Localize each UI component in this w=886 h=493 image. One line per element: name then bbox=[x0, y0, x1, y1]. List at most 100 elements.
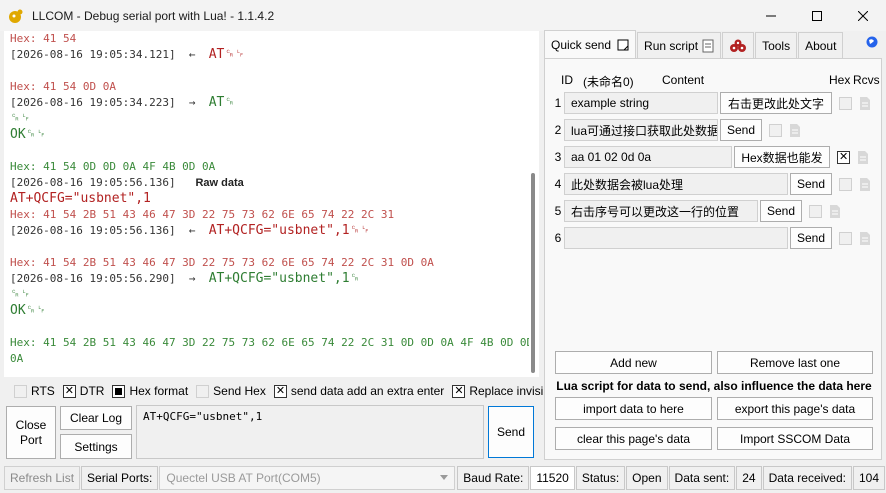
tab-quick-send-label: Quick send bbox=[551, 37, 612, 52]
refresh-list-button[interactable]: Refresh List bbox=[4, 466, 81, 490]
log-scrollbar[interactable] bbox=[529, 31, 539, 377]
window-title: LLCOM - Debug serial port with Lua! - 1.… bbox=[32, 8, 275, 23]
send-button[interactable]: Send bbox=[488, 406, 534, 458]
tab-plugins[interactable] bbox=[722, 32, 755, 58]
row-send-button[interactable]: Send bbox=[760, 200, 802, 222]
log-line-text: 0A bbox=[10, 352, 24, 365]
tab-quick-send[interactable]: Quick send bbox=[544, 30, 637, 58]
quick-send-panel: ID (未命名0) Content Hex Rcvs 1 example stri… bbox=[544, 58, 882, 460]
row-hex-checkbox[interactable] bbox=[809, 204, 822, 218]
row-content-field[interactable]: 此处数据会被lua处理 bbox=[564, 173, 788, 195]
gears-icon bbox=[730, 39, 747, 52]
log-line: [2026-08-16 19:05:56.136] Raw data bbox=[10, 175, 539, 191]
row-content-field[interactable]: lua可通过接口获取此处数据 bbox=[564, 119, 718, 141]
serial-port-select[interactable]: Quectel USB AT Port(COM5) bbox=[159, 466, 456, 490]
log-line-text: ␍␊ bbox=[10, 111, 31, 126]
tab-run-script[interactable]: Run script bbox=[637, 32, 722, 58]
globe-icon[interactable] bbox=[866, 36, 878, 48]
minimize-button[interactable] bbox=[748, 0, 794, 31]
row-send-button[interactable]: 右击更改此处文字 bbox=[720, 92, 832, 114]
row-number[interactable]: 6 bbox=[553, 231, 563, 245]
log-line-data: AT␍ bbox=[208, 95, 235, 110]
document-icon[interactable] bbox=[859, 231, 871, 246]
add-new-button[interactable]: Add new bbox=[555, 351, 712, 374]
document-icon[interactable] bbox=[857, 150, 869, 165]
log-line-text: [2026-08-16 19:05:34.121] ← bbox=[10, 48, 209, 61]
row-content-field[interactable]: aa 01 02 0d 0a bbox=[564, 146, 732, 168]
hex-format-label: Hex format bbox=[129, 384, 189, 398]
maximize-button[interactable] bbox=[794, 0, 840, 31]
maximize-icon bbox=[812, 10, 822, 21]
document-icon[interactable] bbox=[859, 177, 871, 192]
quick-send-row: 2 lua可通过接口获取此处数据 Send bbox=[553, 118, 801, 142]
log-line: 0A bbox=[10, 351, 539, 367]
extra-enter-label: send data add an extra enter bbox=[290, 384, 445, 398]
clear-page-button[interactable]: clear this page's data bbox=[555, 427, 712, 450]
row-number[interactable]: 3 bbox=[553, 150, 563, 164]
row-hex-checkbox[interactable] bbox=[837, 150, 850, 164]
status-label: Status: bbox=[575, 466, 626, 490]
tab-tools[interactable]: Tools bbox=[755, 32, 798, 58]
serial-log[interactable]: Hex: 41 54 [2026-08-16 19:05:34.121] ← AT… bbox=[4, 31, 539, 377]
export-data-button[interactable]: export this page's data bbox=[717, 397, 873, 420]
header-unnamed: (未命名0) bbox=[583, 75, 634, 89]
rts-checkbox[interactable] bbox=[14, 384, 27, 398]
close-icon bbox=[858, 10, 868, 21]
row-content-field[interactable]: 右击序号可以更改这一行的位置 bbox=[564, 200, 758, 222]
send-data-input[interactable]: AT+QCFG="usbnet",1 bbox=[136, 405, 484, 459]
dtr-checkbox[interactable] bbox=[62, 384, 76, 398]
options-row: RTS DTR Hex format Send Hex send data ad… bbox=[4, 381, 549, 401]
close-port-button[interactable]: Close Port bbox=[6, 406, 56, 459]
row-hex-checkbox[interactable] bbox=[769, 123, 782, 137]
log-line: [2026-08-16 19:05:56.290] → AT+QCFG="usb… bbox=[10, 271, 539, 287]
log-line: Hex: 41 54 2B 51 43 46 47 3D 22 75 73 62… bbox=[10, 255, 539, 271]
row-hex-checkbox[interactable] bbox=[839, 96, 852, 110]
settings-button[interactable]: Settings bbox=[60, 434, 132, 459]
lua-hint-text: Lua script for data to send, also influe… bbox=[556, 379, 872, 393]
extra-enter-checkbox[interactable] bbox=[273, 384, 287, 398]
status-bar: Refresh List Serial Ports: Quectel USB A… bbox=[0, 463, 886, 493]
script-icon bbox=[702, 39, 714, 52]
data-received-label: Data received: bbox=[762, 466, 852, 490]
baud-rate-value[interactable]: 11520 bbox=[530, 466, 575, 490]
row-number[interactable]: 1 bbox=[553, 96, 563, 110]
replace-invisible-checkbox[interactable] bbox=[452, 384, 466, 398]
app-window: LLCOM - Debug serial port with Lua! - 1.… bbox=[0, 0, 886, 493]
row-send-button[interactable]: Hex数据也能发 bbox=[734, 146, 830, 168]
close-window-button[interactable] bbox=[840, 0, 886, 31]
document-icon[interactable] bbox=[829, 204, 841, 219]
hex-format-checkbox[interactable] bbox=[112, 384, 126, 398]
send-hex-checkbox[interactable] bbox=[196, 384, 210, 398]
row-number[interactable]: 2 bbox=[553, 123, 563, 137]
import-sscom-button[interactable]: Import SSCOM Data bbox=[717, 427, 873, 450]
log-line: AT+QCFG="usbnet",1 bbox=[10, 191, 539, 207]
log-line-text: OK␍␊ bbox=[10, 303, 47, 318]
row-content-field[interactable]: example string bbox=[564, 92, 718, 114]
log-line-data: AT+QCFG="usbnet",1␍␊ bbox=[208, 223, 371, 238]
remove-last-button[interactable]: Remove last one bbox=[717, 351, 873, 374]
clear-log-button[interactable]: Clear Log bbox=[60, 406, 132, 430]
tab-about[interactable]: About bbox=[798, 32, 844, 58]
import-data-button[interactable]: import data to here bbox=[555, 397, 712, 420]
chevron-down-icon bbox=[440, 475, 449, 480]
document-icon[interactable] bbox=[789, 123, 801, 138]
log-line-text: Hex: 41 54 2B 51 43 46 47 3D 22 75 73 62… bbox=[10, 208, 395, 221]
row-content-field[interactable] bbox=[564, 227, 788, 249]
log-scrollbar-thumb[interactable] bbox=[531, 173, 535, 373]
row-send-button[interactable]: Send bbox=[790, 173, 832, 195]
quick-send-row: 1 example string 右击更改此处文字 bbox=[553, 91, 871, 115]
close-port-label: Close Port bbox=[15, 417, 47, 447]
row-number[interactable]: 4 bbox=[553, 177, 563, 191]
row-send-button[interactable]: Send bbox=[720, 119, 762, 141]
row-number[interactable]: 5 bbox=[553, 204, 563, 218]
header-content: Content bbox=[662, 73, 705, 87]
log-line: Hex: 41 54 2B 51 43 46 47 3D 22 75 73 62… bbox=[10, 335, 539, 351]
document-icon[interactable] bbox=[859, 96, 871, 111]
row-hex-checkbox[interactable] bbox=[839, 231, 852, 245]
row-hex-checkbox[interactable] bbox=[839, 177, 852, 191]
row-send-button[interactable]: Send bbox=[790, 227, 832, 249]
send-hex-label: Send Hex bbox=[213, 384, 266, 398]
